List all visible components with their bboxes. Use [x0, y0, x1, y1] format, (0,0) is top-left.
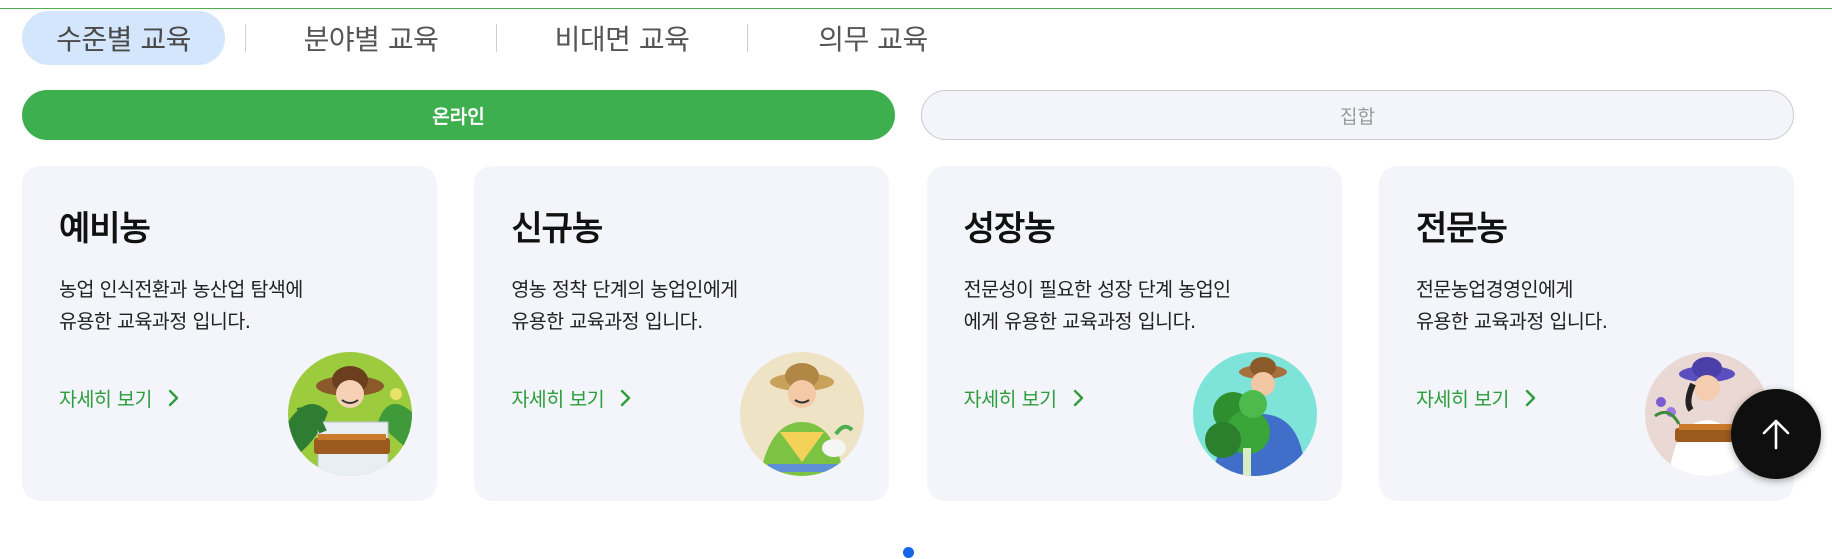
farmer-planting-icon — [740, 352, 865, 476]
tab-online-education[interactable]: 비대면 교육 — [517, 11, 727, 65]
card-title: 예비농 — [59, 209, 151, 249]
card-description-line: 유용한 교육과정 입니다. — [511, 310, 703, 333]
course-card-expert[interactable]: 전문농 전문농업경영인에게 유용한 교육과정 입니다. 자세히 보기 — [1378, 166, 1794, 501]
card-description: 영농 정착 단계의 농업인에게 유용한 교육과정 입니다. — [511, 274, 889, 338]
card-description: 전문농업경영인에게 유용한 교육과정 입니다. — [1416, 274, 1794, 338]
card-detail-link[interactable]: 자세히 보기 — [511, 383, 634, 412]
farmer-with-basket-icon — [288, 352, 412, 476]
course-card-new[interactable]: 신규농 영농 정착 단계의 농업인에게 유용한 교육과정 입니다. 자세히 보기 — [474, 166, 890, 501]
card-description-line: 에게 유용한 교육과정 입니다. — [963, 310, 1197, 333]
online-mode-button[interactable]: 온라인 — [22, 90, 895, 140]
card-description: 전문성이 필요한 성장 단계 농업인 에게 유용한 교육과정 입니다. — [964, 274, 1342, 338]
card-detail-link[interactable]: 자세히 보기 — [59, 383, 182, 412]
tab-level-education[interactable]: 수준별 교육 — [22, 11, 225, 65]
card-description-line: 영농 정착 단계의 농업인에게 — [511, 278, 738, 301]
course-card-prospective[interactable]: 예비농 농업 인식전환과 농산업 탐색에 유용한 교육과정 입니다. 자세히 보… — [22, 166, 437, 501]
card-description-line: 전문농업경영인에게 — [1415, 278, 1573, 301]
scroll-to-top-button[interactable] — [1731, 389, 1821, 479]
chevron-right-icon — [1525, 389, 1536, 406]
group-mode-button[interactable]: 집합 — [921, 90, 1794, 140]
tab-separator — [747, 24, 748, 52]
card-detail-link-label: 자세히 보기 — [511, 388, 605, 411]
chevron-right-icon — [621, 389, 631, 406]
card-detail-link-label: 자세히 보기 — [1415, 388, 1509, 411]
card-description-line: 농업 인식전환과 농산업 탐색에 — [59, 278, 303, 301]
tab-mandatory-education[interactable]: 의무 교육 — [768, 11, 978, 65]
card-title: 성장농 — [963, 209, 1056, 249]
education-section: 수준별 교육 분야별 교육 비대면 교육 의무 교육 온라인 집합 예비농 농업… — [0, 0, 1832, 559]
card-detail-link[interactable]: 자세히 보기 — [1416, 383, 1539, 412]
mode-toggle: 온라인 집합 — [22, 90, 1794, 140]
card-title: 신규농 — [511, 209, 603, 249]
chevron-right-icon — [168, 389, 179, 406]
tab-field-education[interactable]: 분야별 교육 — [266, 11, 476, 65]
chevron-right-icon — [1073, 389, 1083, 406]
card-description-line: 유용한 교육과정 입니다. — [1415, 310, 1608, 333]
card-description-line: 전문성이 필요한 성장 단계 농업인 — [963, 278, 1231, 301]
card-description: 농업 인식전환과 농산업 탐색에 유용한 교육과정 입니다. — [59, 274, 437, 338]
card-title: 전문농 — [1415, 209, 1508, 249]
course-card-growing[interactable]: 성장농 전문성이 필요한 성장 단계 농업인 에게 유용한 교육과정 입니다. … — [926, 166, 1342, 501]
card-detail-link-label: 자세히 보기 — [963, 388, 1057, 411]
card-detail-link[interactable]: 자세히 보기 — [964, 383, 1087, 412]
arrow-up-icon — [1762, 419, 1790, 450]
tab-separator — [496, 24, 497, 52]
tab-separator — [245, 24, 246, 52]
card-description-line: 유용한 교육과정 입니다. — [59, 310, 251, 333]
course-cards: 예비농 농업 인식전환과 농산업 탐색에 유용한 교육과정 입니다. 자세히 보… — [22, 166, 1794, 501]
card-detail-link-label: 자세히 보기 — [59, 388, 152, 411]
category-tabs: 수준별 교육 분야별 교육 비대면 교육 의무 교육 — [22, 11, 978, 65]
farmer-holding-greens-icon — [1192, 352, 1317, 476]
pagination-dot[interactable] — [903, 547, 914, 558]
top-divider — [0, 8, 1832, 9]
